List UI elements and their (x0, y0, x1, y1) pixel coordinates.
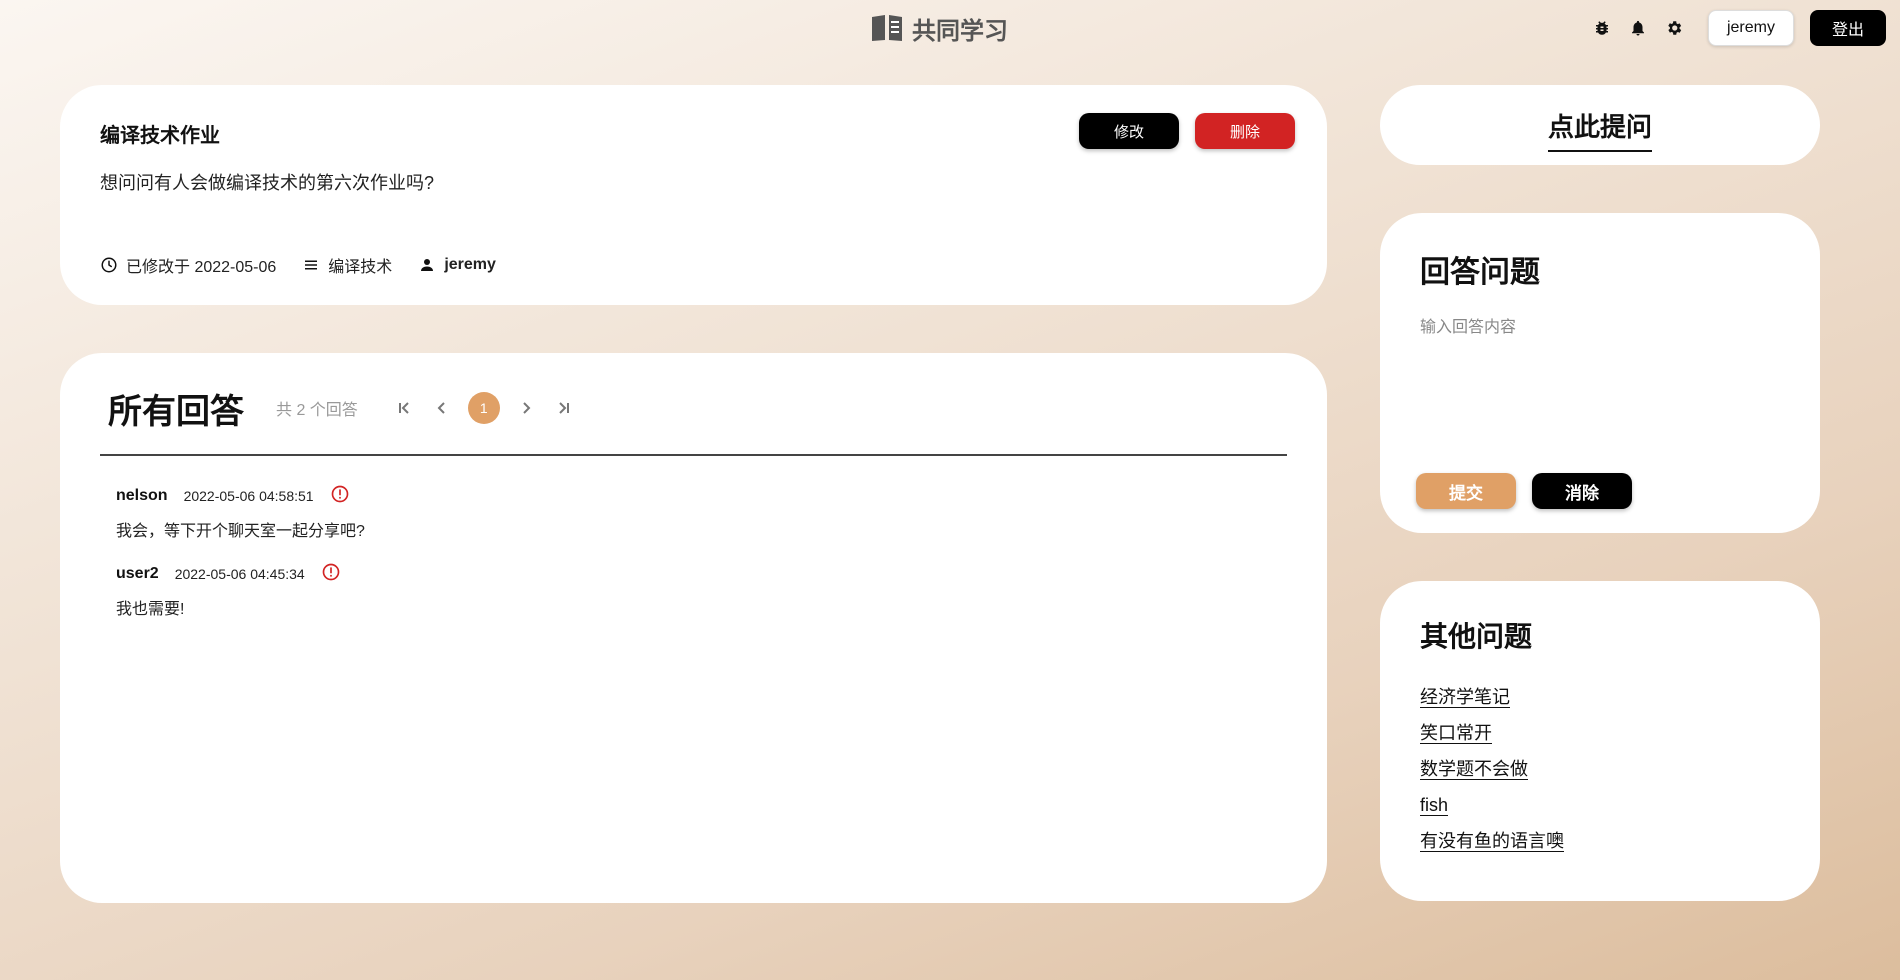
user-button[interactable]: jeremy (1707, 10, 1794, 46)
list-icon (305, 260, 318, 270)
other-questions-list: 经济学笔记 笑口常开 数学题不会做 fish 有没有鱼的语言噢 (1420, 679, 1564, 859)
report-icon[interactable] (330, 484, 350, 509)
ask-card: 点此提问 (1380, 85, 1820, 165)
other-question-link[interactable]: 笑口常开 (1420, 723, 1492, 744)
reply-input[interactable] (1420, 313, 1780, 453)
answer-text: 我会，等下开个聊天室一起分享吧? (116, 523, 365, 540)
other-question-link[interactable]: fish (1420, 795, 1449, 816)
edit-button[interactable]: 修改 (1079, 113, 1179, 149)
category-info[interactable]: 编译技术 (302, 253, 392, 277)
list-item: user2 2022-05-06 04:45:34 我也需要! (116, 561, 365, 619)
question-card: 编译技术作业 修改 删除 想问问有人会做编译技术的第六次作业吗? 已修改于 20… (60, 85, 1327, 305)
question-meta: 已修改于 2022-05-06 编译技术 jeremy (100, 253, 522, 277)
list-item: 经济学笔记 (1420, 679, 1564, 715)
list-item: fish (1420, 787, 1564, 823)
bug-icon[interactable] (1590, 16, 1614, 40)
brand[interactable]: 共同学习 (870, 12, 1008, 45)
answers-header: 所有回答 共 2 个回答 1 (108, 383, 576, 433)
list-item: nelson 2022-05-06 04:58:51 我会，等下开个聊天室一起分… (116, 483, 365, 541)
answer-time: 2022-05-06 04:58:51 (183, 488, 314, 504)
submit-button[interactable]: 提交 (1416, 473, 1516, 509)
answers-list: nelson 2022-05-06 04:58:51 我会，等下开个聊天室一起分… (116, 483, 365, 639)
list-item: 数学题不会做 (1420, 751, 1564, 787)
other-question-link[interactable]: 有没有鱼的语言噢 (1420, 831, 1564, 852)
bell-icon[interactable] (1626, 16, 1650, 40)
brand-title: 共同学习 (912, 17, 1008, 45)
answers-divider (100, 454, 1287, 456)
answers-count: 共 2 个回答 (276, 402, 358, 419)
gear-icon[interactable] (1662, 16, 1686, 40)
answer-user: nelson (116, 487, 168, 504)
list-item: 笑口常开 (1420, 715, 1564, 751)
list-item: 有没有鱼的语言噢 (1420, 823, 1564, 859)
report-icon[interactable] (321, 562, 341, 587)
current-page[interactable]: 1 (467, 392, 500, 424)
modified-info: 已修改于 2022-05-06 (100, 253, 276, 277)
header-actions: jeremy 登出 (1590, 10, 1886, 46)
delete-button[interactable]: 删除 (1195, 113, 1295, 149)
answers-title: 所有回答 (108, 392, 244, 431)
clock-icon (101, 257, 117, 273)
answer-user: user2 (116, 565, 159, 582)
logout-button[interactable]: 登出 (1809, 10, 1886, 46)
modified-date: 已修改于 2022-05-06 (126, 259, 277, 276)
other-questions-title: 其他问题 (1420, 621, 1533, 652)
answer-text: 我也需要! (116, 601, 185, 618)
pagination: 1 (392, 392, 576, 424)
other-questions-card: 其他问题 经济学笔记 笑口常开 数学题不会做 fish 有没有鱼的语言噢 (1380, 581, 1820, 901)
person-icon (421, 259, 434, 271)
author-info[interactable]: jeremy (418, 256, 496, 274)
clear-button[interactable]: 消除 (1532, 473, 1632, 509)
author-name: jeremy (444, 256, 496, 273)
question-title: 编译技术作业 (100, 125, 220, 147)
reply-actions: 提交 消除 (1416, 473, 1632, 509)
book-icon (872, 15, 902, 41)
answer-header: nelson 2022-05-06 04:58:51 (116, 483, 365, 509)
question-body: 想问问有人会做编译技术的第六次作业吗? (100, 173, 435, 193)
reply-title: 回答问题 (1420, 256, 1540, 289)
answers-card: 所有回答 共 2 个回答 1 nelson 2022-05-06 04:58:5… (60, 353, 1327, 903)
other-question-link[interactable]: 数学题不会做 (1420, 759, 1528, 780)
category-label: 编译技术 (328, 259, 393, 276)
prev-page-icon[interactable] (430, 396, 454, 420)
ask-question-link[interactable]: 点此提问 (1547, 107, 1653, 152)
last-page-icon[interactable] (552, 396, 576, 420)
reply-card: 回答问题 提交 消除 (1380, 213, 1820, 533)
other-question-link[interactable]: 经济学笔记 (1420, 687, 1510, 708)
question-actions: 修改 删除 (1079, 113, 1295, 149)
first-page-icon[interactable] (392, 396, 416, 420)
next-page-icon[interactable] (514, 396, 538, 420)
answer-time: 2022-05-06 04:45:34 (174, 566, 305, 582)
answer-header: user2 2022-05-06 04:45:34 (116, 561, 365, 587)
